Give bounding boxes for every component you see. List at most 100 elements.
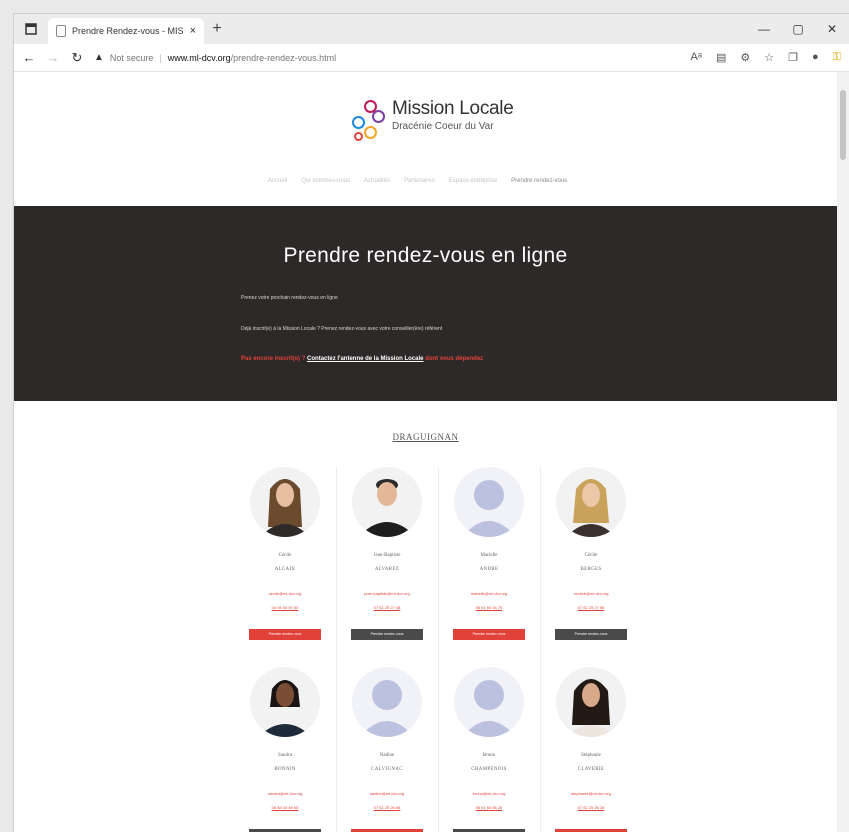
advisor-card: Nadine CALVIGNAC nadine@ml-dcv.org 07 62 25… [336,667,439,832]
reader-view-icon[interactable]: ▤ [716,51,726,64]
advisor-last-name: ALVAREZ [374,567,400,572]
logo-circles-icon [350,98,386,148]
advisor-phone-link[interactable]: 06 51 60 56 26 [438,805,540,810]
scrollbar-thumb[interactable] [840,90,846,160]
extensions-icon[interactable]: ⚙ [740,51,750,64]
tab-actions-icon [25,23,37,35]
advisor-phone-link[interactable]: 06 51 60 34 75 [438,605,540,610]
read-aloud-icon[interactable]: Aᵃ [691,51,702,64]
nav-item-accueil[interactable]: Accueil [268,178,287,184]
advisor-last-name: ANDRE [479,567,499,572]
advisor-avatar [352,667,422,737]
advisor-card: Jean-Baptiste ALVAREZ jean-baptiste@ml-dcv… [336,467,439,667]
security-label: Not secure [109,52,154,63]
cta-contact-link[interactable]: Contactez l'antenne de la Mission Locale [307,356,423,362]
advisor-first-name: Jean-Baptiste [373,553,401,558]
maximize-button[interactable]: ▢ [781,14,815,44]
advisor-email-link[interactable]: nadine@ml-dcv.org [336,791,438,796]
forward-icon[interactable]: → [46,50,60,65]
advisor-phone-link[interactable]: 04 94 50 97 60 [234,605,336,610]
page-scrollbar[interactable] [837,72,849,832]
advisor-email-link[interactable]: cecile@ml-dcv.org [234,591,336,596]
nav-item-entreprise[interactable]: Espace entreprise [449,178,497,184]
advisor-card: Marielle ANDRE marielle@ml-dcv.org 06 51 60… [438,467,541,667]
book-appointment-button[interactable]: Prendre rendez-vous [555,629,627,640]
url-path: /prendre-rendez-vous.html [230,52,337,63]
advisor-phone-link[interactable]: 07 62 25 26 18 [540,805,642,810]
address-toolbar: ← → ↻ ▲ Not secure | www.ml-dcv.org/pren… [14,44,849,72]
hero-text-2: Déjà inscrit(e) à la Mission Locale ? Pr… [241,326,443,332]
advisor-phone-link[interactable]: 07 62 25 27 96 [540,605,642,610]
close-window-button[interactable]: ✕ [815,14,849,44]
cta-text-1: Pas encore inscrit(e) ? [241,356,306,362]
back-icon[interactable]: ← [22,50,36,65]
new-tab-button[interactable]: + [204,20,230,38]
tab-actions-button[interactable] [14,14,48,44]
nav-item-qui-sommes-nous[interactable]: Qui sommes-nous [301,178,350,184]
site-logo[interactable]: Mission Locale Dracénie Coeur du Var [350,98,514,148]
password-key-icon[interactable]: ⚿ [833,51,841,64]
site-header: Mission Locale Dracénie Coeur du Var Acc… [14,72,837,192]
advisor-avatar [454,467,524,537]
address-bar[interactable]: ▲ Not secure | www.ml-dcv.org/prendre-re… [94,52,681,63]
warning-icon: ▲ [94,52,104,63]
address-separator: | [159,52,162,63]
advisor-email-link[interactable]: marielle@ml-dcv.org [438,591,540,596]
nav-item-actualites[interactable]: Actualités [364,178,390,184]
advisor-last-name: BERGES [580,567,602,572]
hero-banner: Prendre rendez-vous en ligne Prenez votr… [14,206,837,401]
nav-item-partenaires[interactable]: Partenaires [404,178,435,184]
tab-title: Prendre Rendez-vous - MISSIO [72,26,184,36]
page-title: Prendre rendez-vous en ligne [283,244,568,267]
advisor-phone-link[interactable]: 07 62 25 27 48 [336,605,438,610]
advisor-email-link[interactable]: bruno@ml-dcv.org [438,791,540,796]
advisor-first-name: Nadine [379,753,395,758]
browser-window: Prendre Rendez-vous - MISSIO × + — ▢ ✕ ←… [14,14,849,832]
advisor-first-name: Marielle [480,553,498,558]
book-appointment-button[interactable]: Prendre rendez-vous [249,629,321,640]
advisor-card: Cécile ALCAIX cecile@ml-dcv.org 04 94 50 97… [234,467,337,667]
advisor-last-name: CLAVERIE [577,767,605,772]
advisor-last-name: CALVIGNAC [371,767,403,772]
advisor-email-link[interactable]: sandra@ml-dcv.org [234,791,336,796]
advisor-email-link[interactable]: stephanie@ml-dcv.org [540,791,642,796]
logo-subtitle: Dracénie Coeur du Var [392,121,494,132]
nav-item-rendez-vous[interactable]: Prendre rendez-vous [511,178,567,184]
advisor-email-link[interactable]: cecileb@ml-dcv.org [540,591,642,596]
advisor-card: Sandra BONNIN sandra@ml-dcv.org 06 48 43 49… [234,667,337,832]
hero-cta: Pas encore inscrit(e) ? Contactez l'ante… [241,356,483,362]
advisor-avatar [250,467,320,537]
advisor-card: Cécile BERGES cecileb@ml-dcv.org 07 62 25 2… [540,467,642,657]
minimize-button[interactable]: — [747,14,781,44]
tab-active[interactable]: Prendre Rendez-vous - MISSIO × [48,18,204,44]
advisor-card: Bruno CHAMPENOIS bruno@ml-dcv.org 06 51 60 … [438,667,541,832]
advisor-card: Stéphanie CLAVERIE stephanie@ml-dcv.org 07 … [540,667,642,832]
advisor-first-name: Sandra [278,753,292,758]
advisor-phone-link[interactable]: 06 48 43 49 65 [234,805,336,810]
favorite-star-icon[interactable]: ☆ [764,51,774,64]
tab-close-icon[interactable]: × [190,25,196,37]
book-appointment-button[interactable]: Prendre rendez-vous [453,629,525,640]
advisor-last-name: ALCAIX [274,567,296,572]
book-appointment-button[interactable]: Prendre rendez-vous [351,629,423,640]
advisor-phone-link[interactable]: 07 62 25 26 86 [336,805,438,810]
url-host: www.ml-dcv.org [167,52,231,63]
advisor-avatar [454,667,524,737]
advisor-last-name: CHAMPENOIS [471,767,507,772]
advisor-email-link[interactable]: jean-baptiste@ml-dcv.org [336,591,438,596]
page-favicon-icon [56,25,66,37]
toolbar-icons: Aᵃ ▤ ⚙ ☆ ❐ ● ⚿ [691,51,842,64]
advisor-last-name: BONNIN [274,767,296,772]
advisor-first-name: Stéphanie [581,753,601,758]
window-controls: — ▢ ✕ [747,14,849,44]
advisor-avatar [250,667,320,737]
profile-icon[interactable]: ● [812,51,819,64]
hero-text-1: Prenez votre prochain rendez-vous en lig… [241,295,338,301]
advisor-first-name: Bruno [482,753,496,758]
advisor-avatar [556,667,626,737]
main-nav: Accueil Qui sommes-nous Actualités Parte… [268,178,567,184]
refresh-icon[interactable]: ↻ [70,50,84,66]
advisor-avatar [556,467,626,537]
advisor-avatar [352,467,422,537]
collections-icon[interactable]: ❐ [788,51,798,64]
